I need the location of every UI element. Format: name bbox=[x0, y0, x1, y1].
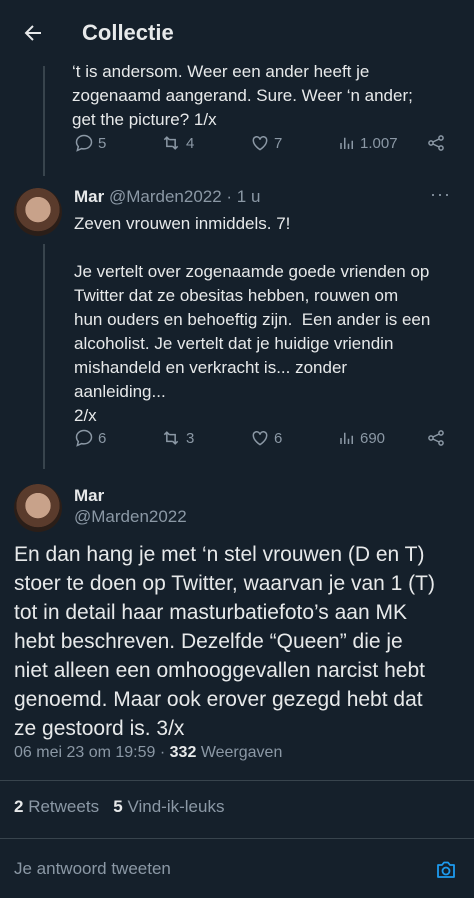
share-button[interactable] bbox=[426, 133, 446, 153]
share-icon bbox=[426, 428, 446, 448]
author-name[interactable]: Mar bbox=[74, 187, 104, 206]
main-tweet-text: En dan hang je met ‘n stel vrouwen (D en… bbox=[14, 543, 435, 740]
camera-icon[interactable] bbox=[434, 858, 458, 887]
back-arrow-icon[interactable] bbox=[18, 18, 48, 48]
more-icon[interactable]: ··· bbox=[430, 184, 451, 205]
divider bbox=[0, 780, 474, 781]
retweet-count: 4 bbox=[186, 134, 195, 152]
likes-label: Vind-ik-leuks bbox=[127, 797, 225, 816]
top-bar: Collectie bbox=[0, 0, 474, 66]
views-count: 1.007 bbox=[360, 134, 398, 152]
retweet-button[interactable]: 3 bbox=[160, 428, 194, 448]
retweet-icon bbox=[160, 428, 182, 448]
views-button[interactable]: 1.007 bbox=[338, 134, 398, 152]
thread-line bbox=[43, 244, 45, 469]
retweets-label: Retweets bbox=[28, 797, 100, 816]
like-icon bbox=[250, 428, 270, 448]
views-label: Weergaven bbox=[200, 744, 283, 761]
tweet-header: Mar @Marden2022 · 1 u bbox=[74, 187, 260, 207]
author-name[interactable]: Mar bbox=[74, 486, 104, 506]
views-count: 332 bbox=[169, 744, 197, 761]
tweet-timestamp: 06 mei 23 om 19:59 · bbox=[14, 744, 166, 761]
like-icon bbox=[250, 133, 270, 153]
reply-icon bbox=[74, 133, 94, 153]
avatar[interactable] bbox=[14, 188, 62, 236]
retweet-count: 3 bbox=[186, 429, 195, 447]
reply-icon bbox=[74, 428, 94, 448]
reply-input[interactable]: Je antwoord tweeten bbox=[14, 859, 171, 879]
author-handle[interactable]: @Marden2022 bbox=[74, 507, 187, 527]
retweet-button[interactable]: 4 bbox=[160, 133, 194, 153]
share-button[interactable] bbox=[426, 428, 446, 448]
retweet-icon bbox=[160, 133, 182, 153]
reply-count: 6 bbox=[98, 429, 107, 447]
share-icon bbox=[426, 133, 446, 153]
reply-button[interactable]: 6 bbox=[74, 428, 106, 448]
like-button[interactable]: 7 bbox=[250, 133, 282, 153]
author-handle[interactable]: @Marden2022 bbox=[109, 187, 222, 206]
retweets-count: 2 bbox=[14, 797, 24, 816]
retweets-stat[interactable]: 2 Retweets bbox=[14, 797, 99, 816]
tweet-text: Zeven vrouwen inmiddels. 7! Je vertelt o… bbox=[74, 214, 431, 425]
thread-line bbox=[43, 66, 45, 176]
likes-stat[interactable]: 5 Vind-ik-leuks bbox=[113, 797, 224, 816]
like-count: 7 bbox=[274, 134, 283, 152]
previous-tweet-text: ‘t is andersom. Weer een ander heeft je … bbox=[72, 62, 413, 129]
divider bbox=[0, 838, 474, 839]
views-icon bbox=[338, 429, 356, 447]
tweet-stats: 2 Retweets 5 Vind-ik-leuks bbox=[14, 797, 224, 817]
tweet-meta: 06 mei 23 om 19:59 · 332 Weergaven bbox=[14, 744, 282, 762]
reply-count: 5 bbox=[98, 134, 107, 152]
page-title: Collectie bbox=[82, 20, 174, 45]
like-count: 6 bbox=[274, 429, 283, 447]
reply-button[interactable]: 5 bbox=[74, 133, 106, 153]
likes-count: 5 bbox=[113, 797, 123, 816]
views-icon bbox=[338, 134, 356, 152]
views-count: 690 bbox=[360, 429, 386, 447]
avatar[interactable] bbox=[14, 484, 62, 532]
views-button[interactable]: 690 bbox=[338, 429, 385, 447]
like-button[interactable]: 6 bbox=[250, 428, 282, 448]
tweet-time: · 1 u bbox=[226, 187, 261, 206]
